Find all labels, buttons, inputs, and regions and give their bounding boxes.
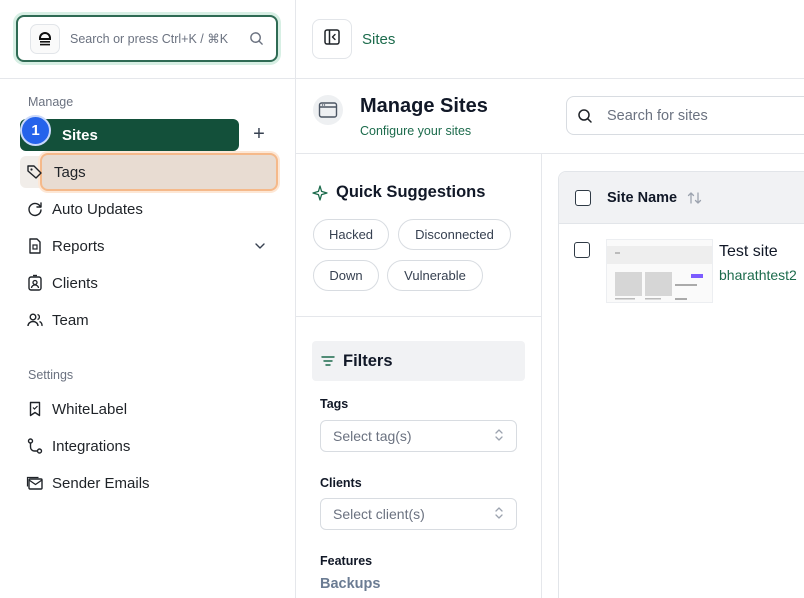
global-search-field[interactable]: Search or press Ctrl+K / ⌘K (16, 15, 278, 62)
browser-window-icon (313, 95, 343, 125)
features-field-label: Features (320, 554, 373, 568)
bookmark-icon (24, 400, 46, 418)
table-row[interactable]: Test site bharathtest2 (558, 171, 804, 311)
search-icon[interactable] (249, 31, 264, 46)
sidebar-item-sites[interactable]: Sites (20, 119, 239, 151)
suggestion-chip-down[interactable]: Down (313, 260, 379, 291)
suggestion-chip-disconnected[interactable]: Disconnected (398, 219, 511, 250)
section-divider (296, 316, 541, 317)
manage-section-label: Manage (28, 95, 74, 109)
global-search-placeholder: Search or press Ctrl+K / ⌘K (70, 32, 229, 46)
email-icon (24, 474, 46, 492)
sidebar-item-label: Reports (52, 237, 105, 255)
feature-option-backups[interactable]: Backups (320, 576, 380, 592)
filters-title: Filters (343, 351, 393, 370)
settings-section-label: Settings (28, 368, 74, 382)
search-icon (577, 108, 593, 124)
sidebar: Search or press Ctrl+K / ⌘K Manage Sites… (0, 0, 296, 598)
quick-suggestions-title: Quick Suggestions (336, 183, 486, 201)
sidebar-item-tags[interactable]: Tags (20, 156, 276, 188)
filter-panel: Quick Suggestions Hacked Disconnected Do… (296, 154, 542, 598)
site-name[interactable]: Test site (719, 243, 778, 261)
suggestion-chip-vulnerable[interactable]: Vulnerable (387, 260, 483, 291)
step-badge: 1 (20, 115, 51, 146)
site-search-input[interactable]: Search for sites (566, 96, 804, 135)
chevron-up-down-icon (494, 506, 504, 523)
refresh-icon (24, 200, 46, 218)
clients-select-placeholder: Select client(s) (333, 506, 425, 522)
sidebar-item-label: Clients (52, 274, 98, 292)
sidebar-item-auto-updates[interactable]: Auto Updates (20, 193, 276, 225)
sidebar-toggle-button[interactable] (312, 19, 352, 59)
site-thumbnail[interactable] (606, 239, 713, 303)
site-url[interactable]: bharathtest2 (719, 267, 797, 283)
sidebar-item-whitelabel[interactable]: WhiteLabel (20, 393, 276, 425)
sparkle-icon (312, 184, 328, 201)
sidebar-item-team[interactable]: Team (20, 304, 276, 336)
topbar: Sites (296, 0, 804, 79)
sidebar-item-label: Integrations (52, 437, 131, 455)
chevron-down-icon[interactable] (254, 238, 266, 259)
sidebar-toggle-icon (323, 28, 341, 51)
report-icon (24, 237, 46, 255)
sidebar-item-label: WhiteLabel (52, 400, 128, 418)
tags-select[interactable]: Select tag(s) (320, 420, 517, 452)
app-logo-icon[interactable] (30, 23, 60, 54)
client-badge-icon (24, 274, 46, 292)
clients-select[interactable]: Select client(s) (320, 498, 517, 530)
sidebar-item-clients[interactable]: Clients (20, 267, 276, 299)
breadcrumb[interactable]: Sites (362, 31, 395, 48)
sidebar-item-reports[interactable]: Reports (20, 230, 276, 262)
filter-icon (321, 355, 335, 367)
site-search-placeholder: Search for sites (607, 107, 708, 124)
sidebar-header: Search or press Ctrl+K / ⌘K (0, 0, 295, 79)
tags-select-placeholder: Select tag(s) (333, 428, 412, 444)
sidebar-item-label: Sites (62, 126, 98, 144)
integrations-icon (24, 437, 46, 455)
sidebar-item-label: Tags (54, 163, 86, 181)
page-title: Manage Sites (360, 95, 488, 117)
tag-icon (24, 163, 46, 181)
quick-suggestions-heading: Quick Suggestions (312, 183, 485, 202)
page-subtitle: Configure your sites (360, 124, 472, 138)
sidebar-item-label: Team (52, 311, 89, 329)
team-icon (24, 311, 46, 329)
add-site-button[interactable]: + (250, 123, 268, 145)
clients-field-label: Clients (320, 476, 362, 490)
chevron-up-down-icon (494, 428, 504, 445)
sidebar-item-label: Sender Emails (52, 474, 150, 492)
sidebar-item-sender-emails[interactable]: Sender Emails (20, 467, 276, 499)
suggestion-chip-hacked[interactable]: Hacked (313, 219, 389, 250)
tags-field-label: Tags (320, 397, 349, 411)
sidebar-item-label: Auto Updates (52, 200, 143, 218)
filters-header: Filters (312, 341, 525, 381)
row-checkbox[interactable] (574, 242, 590, 258)
sidebar-item-integrations[interactable]: Integrations (20, 430, 276, 462)
